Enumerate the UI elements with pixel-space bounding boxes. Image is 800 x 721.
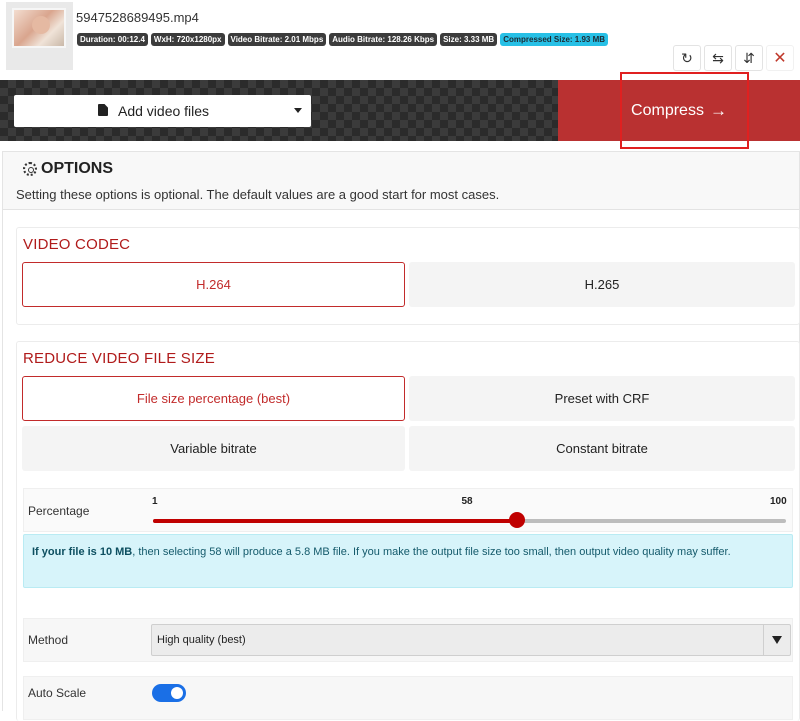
method-select[interactable]: High quality (best) [151,624,791,656]
rotate-button[interactable]: ↻ [673,45,701,71]
video-bitrate-badge: Video Bitrate: 2.01 Mbps [227,33,327,46]
reduce-size-section: REDUCE VIDEO FILE SIZE File size percent… [16,341,800,721]
method-row: Method High quality (best) [23,618,793,662]
percentage-info-alert: If your file is 10 MB, then selecting 58… [23,534,793,588]
file-actions: ↻ ⇆ ⇵ ✕ [673,45,794,71]
percentage-label: Percentage [28,504,90,518]
method-select-value: High quality (best) [157,634,246,646]
reduce-size-title: REDUCE VIDEO FILE SIZE [23,350,215,367]
highlight-box [620,72,749,149]
options-title-text: OPTIONS [41,160,114,177]
percentage-slider-thumb[interactable] [509,512,526,528]
percentage-row: Percentage 1 58 100 [23,488,793,532]
dimensions-badge: WxH: 720x1280px [150,33,225,46]
percentage-min: 1 [152,496,158,507]
file-metadata: Duration: 00:12.4 WxH: 720x1280px Video … [77,33,609,46]
method-label: Method [28,633,69,647]
options-panel: OPTIONS Setting these options is optiona… [2,151,800,721]
video-thumbnail [6,2,73,70]
file-icon [98,104,108,116]
video-codec-title: VIDEO CODEC [23,236,131,253]
options-header: OPTIONS Setting these options is optiona… [3,152,799,210]
thumbnail-image [12,8,66,48]
audio-bitrate-badge: Audio Bitrate: 128.26 Kbps [329,33,438,46]
gear-icon [23,162,37,176]
auto-scale-label: Auto Scale [28,686,87,700]
percentage-max: 100 [770,496,787,507]
percentage-slider-fill [153,519,518,523]
preset-crf-button[interactable]: Preset with CRF [409,376,795,421]
add-video-files-button[interactable]: Add video files [14,95,311,127]
swap-button[interactable]: ⇆ [704,45,732,71]
info-text: , then selecting 58 will produce a 5.8 M… [132,546,731,558]
drop-zone[interactable]: Add video files [0,80,558,141]
close-icon: ✕ [773,50,787,67]
compressed-size-badge: Compressed Size: 1.93 MB [500,33,609,46]
size-badge: Size: 3.33 MB [440,33,498,46]
swap-icon: ⇆ [712,49,724,66]
remove-file-button[interactable]: ✕ [766,45,794,71]
video-codec-section: VIDEO CODEC H.264 H.265 [16,227,800,325]
info-bold-text: If your file is 10 MB [32,546,133,558]
flip-button[interactable]: ⇵ [735,45,763,71]
auto-scale-toggle[interactable] [152,684,186,702]
thumbnail-subject [32,16,50,34]
options-description: Setting these options is optional. The d… [16,187,500,202]
percentage-slider-track[interactable] [153,519,786,523]
file-size-percentage-button[interactable]: File size percentage (best) [22,376,405,421]
percentage-value: 58 [461,496,473,507]
add-video-files-label: Add video files [118,103,210,119]
file-name: 5947528689495.mp4 [76,10,199,25]
file-row: 5947528689495.mp4 Duration: 00:12.4 WxH:… [0,0,800,74]
codec-h265-button[interactable]: H.265 [409,262,795,307]
auto-scale-row: Auto Scale [23,676,793,720]
flip-icon: ⇵ [743,49,755,66]
constant-bitrate-button[interactable]: Constant bitrate [409,426,795,471]
chevron-down-icon[interactable] [763,625,790,655]
rotate-icon: ↻ [681,49,693,66]
chevron-down-icon[interactable] [294,108,302,113]
variable-bitrate-button[interactable]: Variable bitrate [22,426,405,471]
codec-h264-button[interactable]: H.264 [22,262,405,307]
duration-badge: Duration: 00:12.4 [77,33,148,46]
options-title: OPTIONS [23,160,113,178]
